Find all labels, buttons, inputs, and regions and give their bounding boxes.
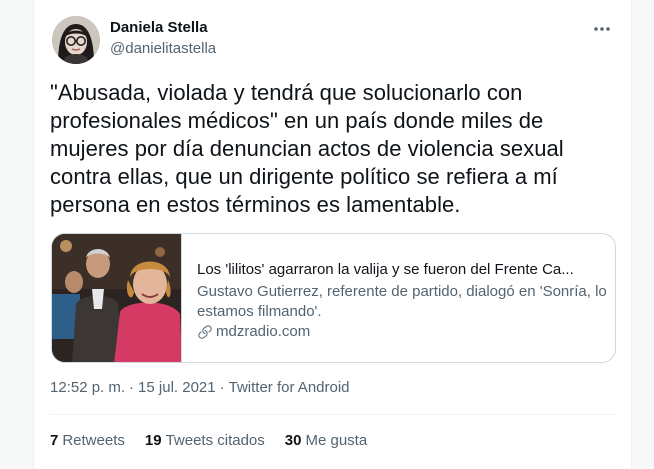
meta-separator: ·: [219, 379, 225, 396]
likes-count: 30: [284, 432, 302, 449]
tweet-source[interactable]: Twitter for Android: [229, 379, 350, 396]
likes-label: Me gusta: [305, 432, 368, 449]
display-name[interactable]: Daniela Stella: [110, 18, 216, 38]
link-preview-card[interactable]: Los 'lilitos' agarraron la valija y se f…: [51, 233, 616, 363]
tweet-stats: 7 Retweets 19 Tweets citados 30 Me gusta: [50, 431, 367, 451]
more-dots-icon: [594, 27, 610, 31]
link-domain: mdzradio.com: [197, 322, 607, 342]
tweet-date[interactable]: 15 jul. 2021: [138, 379, 216, 396]
tweet-header: Daniela Stella @danielitastella: [50, 14, 617, 64]
more-options-button[interactable]: [591, 20, 613, 38]
avatar-photo-icon: [52, 16, 100, 64]
link-icon: [198, 325, 212, 339]
tweet-time[interactable]: 12:52 p. m.: [50, 379, 125, 396]
link-thumbnail: [52, 234, 182, 362]
link-description: Gustavo Gutierrez, referente de partido,…: [197, 283, 607, 320]
quote-tweets-stat[interactable]: 19 Tweets citados: [145, 431, 265, 451]
retweets-label: Retweets: [62, 432, 125, 449]
quote-tweets-label: Tweets citados: [165, 432, 265, 449]
likes-stat[interactable]: 30 Me gusta: [285, 431, 367, 451]
tweet-meta: 12:52 p. m. · 15 jul. 2021 · Twitter for And…: [50, 378, 350, 398]
user-handle[interactable]: @danielitastella: [110, 39, 216, 59]
meta-separator: ·: [129, 379, 135, 396]
retweets-stat[interactable]: 7 Retweets: [50, 431, 125, 451]
quote-tweets-count: 19: [144, 432, 162, 449]
avatar[interactable]: [52, 16, 100, 64]
tweet-card: Daniela Stella @danielitastella "Abusada…: [33, 0, 632, 469]
retweets-count: 7: [50, 432, 59, 449]
tweet-text: "Abusada, violada y tendrá que soluciona…: [50, 80, 564, 217]
user-names: Daniela Stella @danielitastella: [110, 18, 216, 59]
thumbnail-photo-icon: [52, 234, 181, 362]
divider: [50, 414, 617, 415]
link-body: Los 'lilitos' agarraron la valija y se f…: [197, 260, 607, 342]
link-title: Los 'lilitos' agarraron la valija y se f…: [197, 261, 574, 278]
link-domain-text: mdzradio.com: [216, 323, 311, 340]
